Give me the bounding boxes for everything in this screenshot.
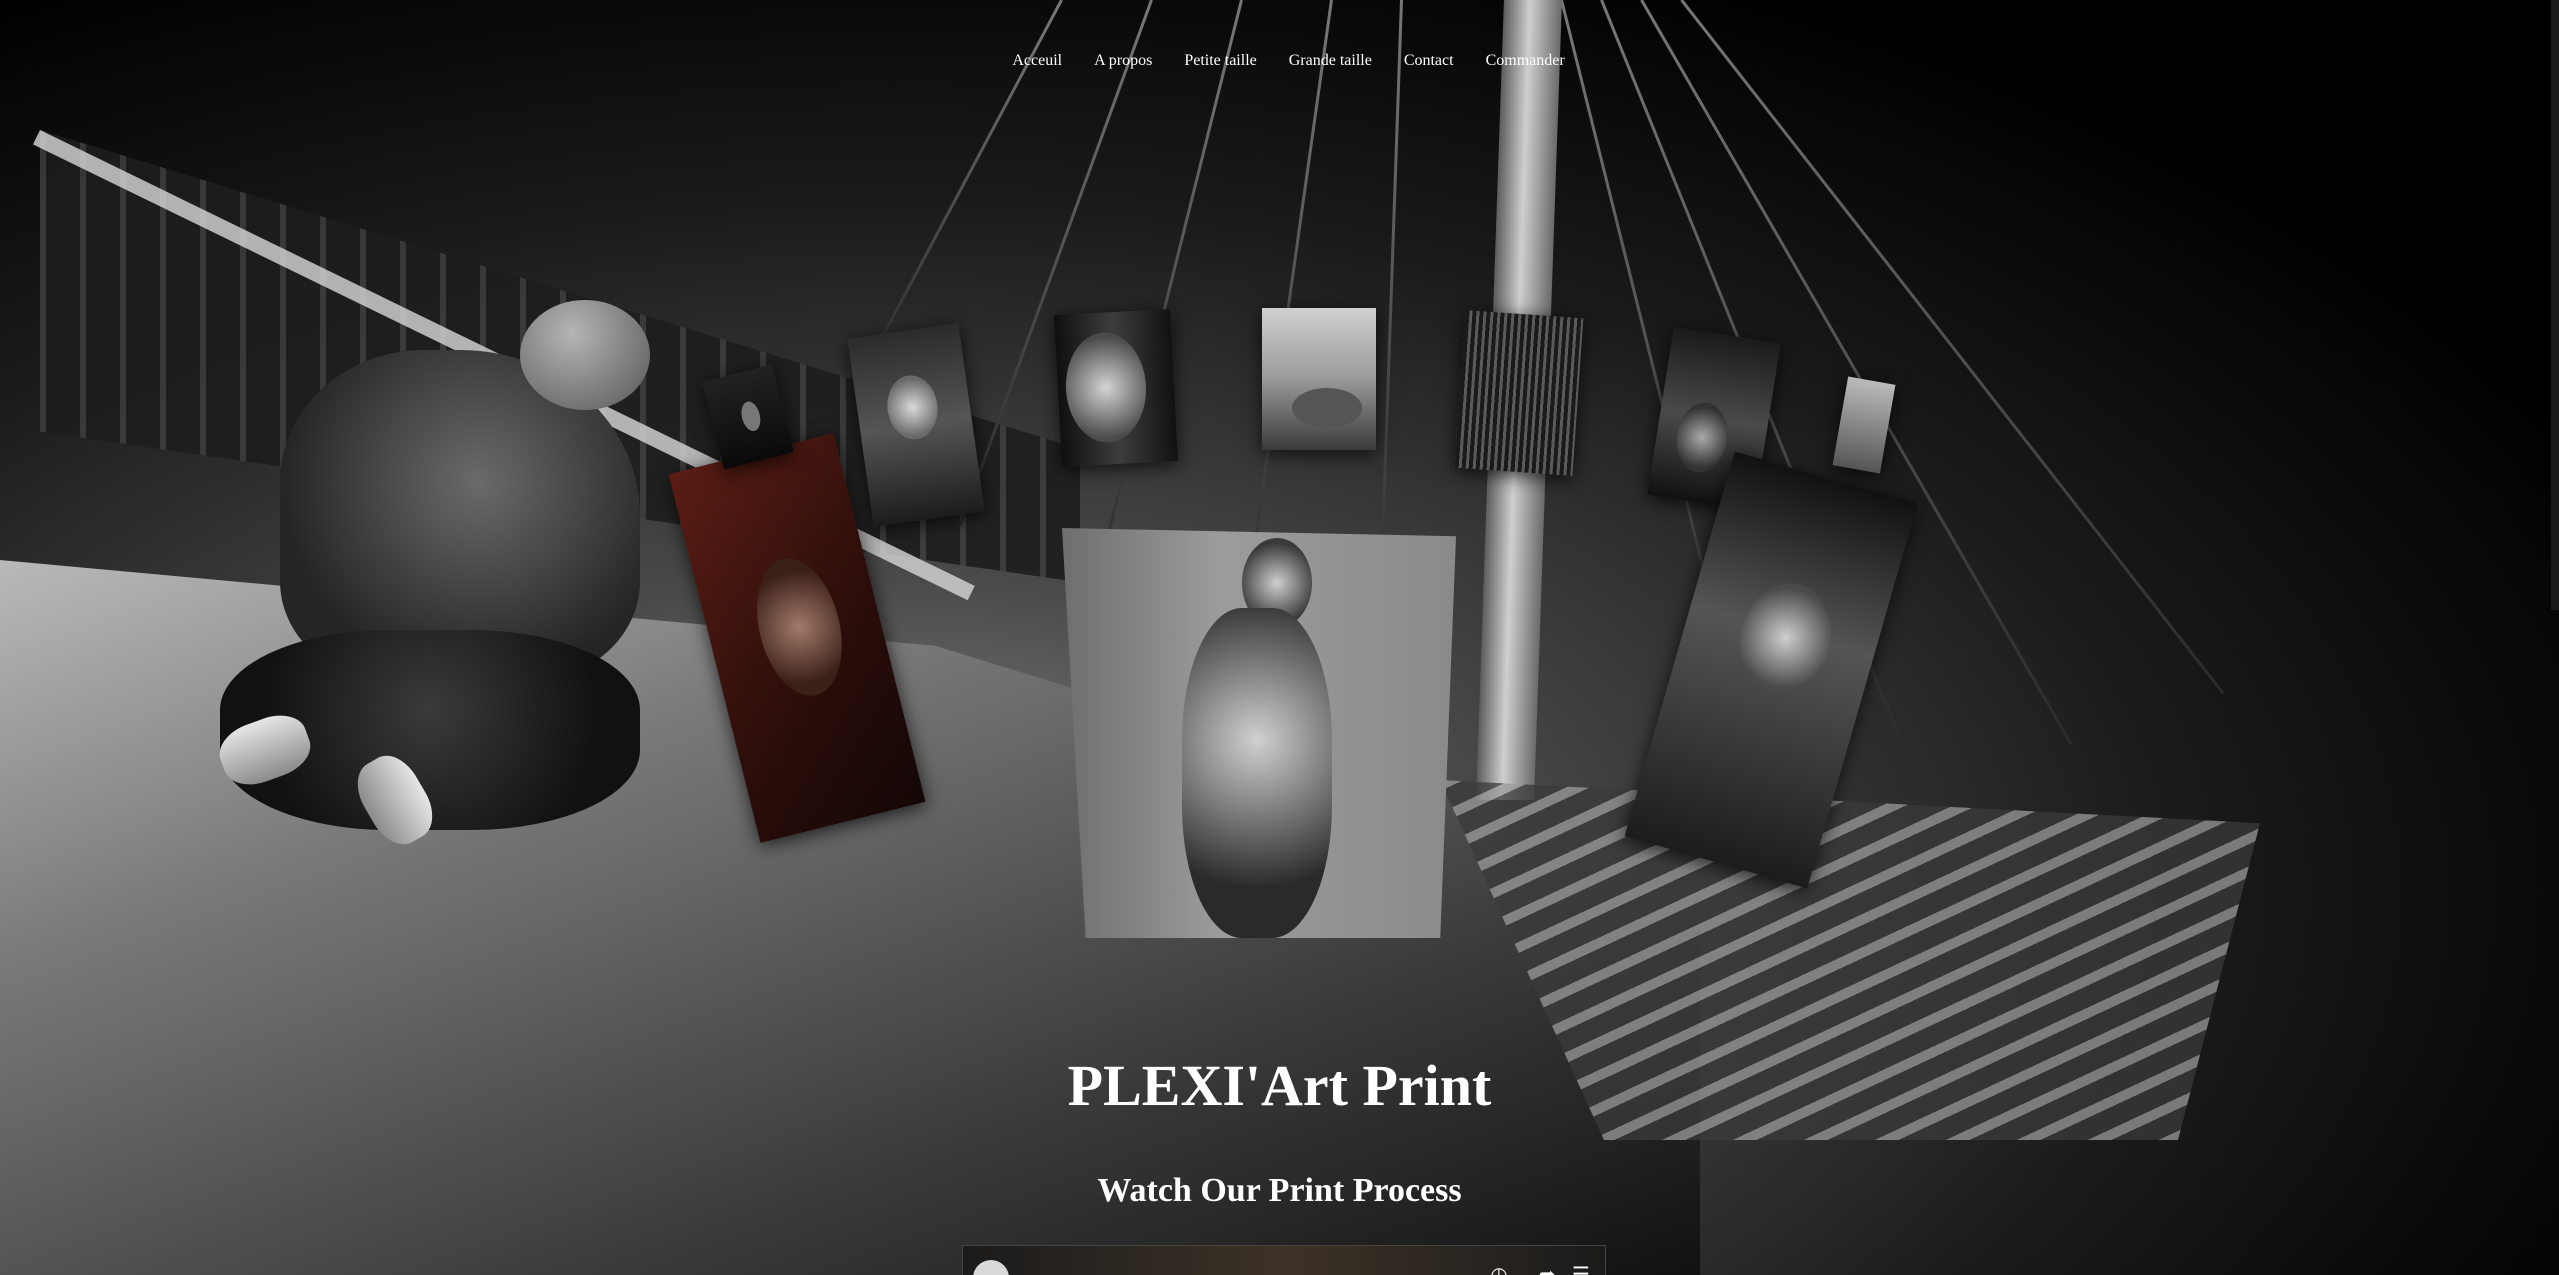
nav-item-grande-taille[interactable]: Grande taille [1289,52,1372,70]
photo-face [1063,330,1149,445]
page: Acceuil A propos Petite taille Grande ta… [0,0,2559,1275]
photo-face [883,372,942,443]
main-nav: Acceuil A propos Petite taille Grande ta… [0,52,2559,70]
nav-item-a-propos[interactable]: A propos [1094,52,1152,70]
photo-print-jeans [1262,308,1376,450]
photo-print-woman-center [1062,528,1456,938]
photo-body [1182,608,1332,938]
nav-item-petite-taille[interactable]: Petite taille [1184,52,1256,70]
nav-item-commander[interactable]: Commander [1486,52,1565,70]
photo-face [1292,388,1362,428]
photo-face [743,549,856,705]
photo-print-man-face [1054,309,1178,467]
nav-item-acceuil[interactable]: Acceuil [1012,52,1062,70]
photo-print-hair [1454,310,1584,476]
figure-hood [520,300,650,410]
photo-face [1671,398,1733,476]
menu-icon[interactable]: ☰ [1567,1260,1595,1275]
video-embed[interactable]: ◷ ➦ ☰ [962,1245,1606,1275]
photo-face [738,399,764,434]
bridge-cable [1090,0,1243,602]
nav-item-contact[interactable]: Contact [1404,52,1454,70]
share-icon[interactable]: ➦ [1533,1260,1561,1275]
photo-face [1727,572,1844,704]
channel-avatar[interactable] [973,1260,1009,1275]
site-title: PLEXI'Art Print [1067,1053,1492,1118]
clock-icon[interactable]: ◷ [1485,1260,1513,1275]
scrollbar[interactable] [2551,0,2559,610]
section-title: Watch Our Print Process [1097,1172,1462,1209]
photographer-figure [212,300,670,860]
